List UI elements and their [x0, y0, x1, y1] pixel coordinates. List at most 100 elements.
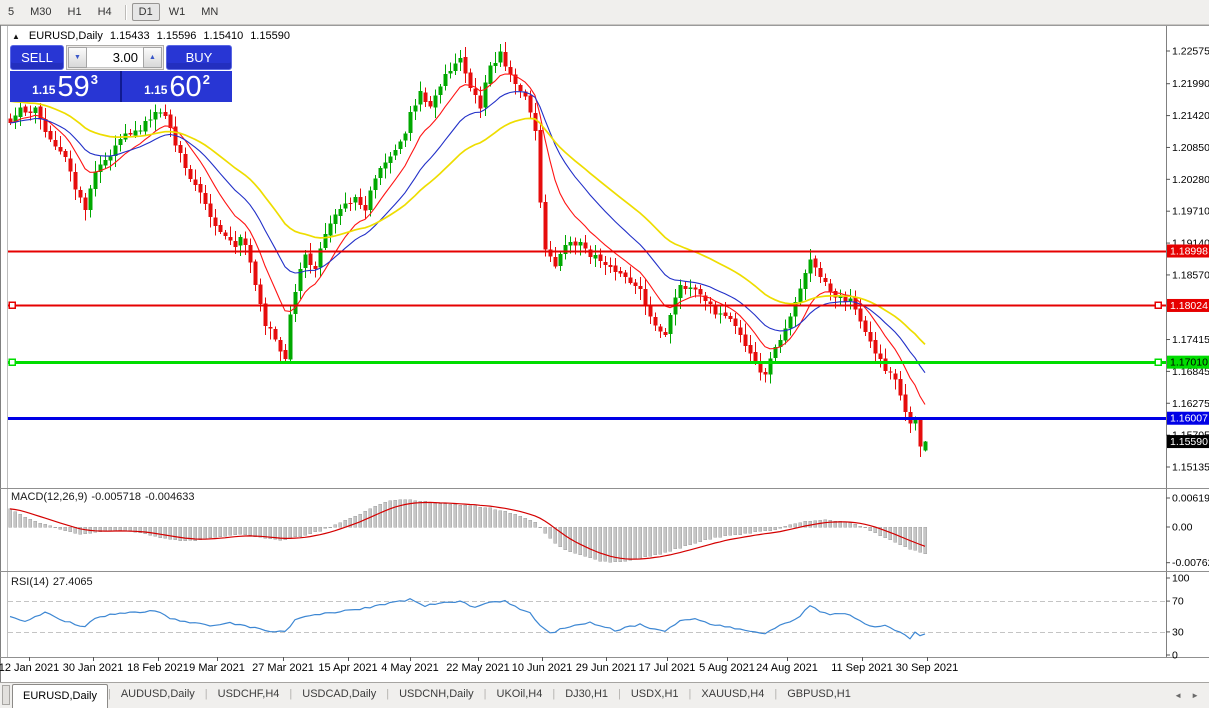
sell-price-big: 59 [57, 74, 89, 101]
svg-text:1.18570: 1.18570 [1172, 269, 1209, 281]
svg-text:15 Apr 2021: 15 Apr 2021 [318, 662, 377, 674]
timeframe-button-h1[interactable]: H1 [61, 3, 89, 21]
tab-scroll-strip[interactable] [2, 685, 10, 705]
tab-usdcad-daily[interactable]: USDCAD,Daily [292, 683, 386, 708]
tab-gbpusd-h1[interactable]: GBPUSD,H1 [777, 683, 861, 708]
svg-text:1.17415: 1.17415 [1172, 334, 1209, 346]
svg-text:1.18024: 1.18024 [1170, 300, 1208, 312]
rsi-label: RSI(14) 27.4065 [11, 576, 97, 588]
ohlc-bar: ▲ EURUSD,Daily 1.15433 1.15596 1.15410 1… [12, 30, 290, 42]
tab-xauusd-h4[interactable]: XAUUSD,H4 [691, 683, 774, 708]
svg-text:1.16275: 1.16275 [1172, 398, 1209, 410]
svg-text:70: 70 [1172, 596, 1184, 608]
tab-usdchf-h4[interactable]: USDCHF,H4 [208, 683, 290, 708]
svg-text:12 Jan 2021: 12 Jan 2021 [0, 662, 59, 674]
sell-price-small: 1.15 [32, 83, 55, 101]
macd-main-value: -0.005718 [91, 491, 141, 503]
time-axis[interactable]: 12 Jan 2021 30 Jan 202118 Feb 20219 Mar 2… [0, 657, 958, 674]
volume-increase-button[interactable]: ▲ [143, 47, 162, 68]
macd-name: MACD(12,26,9) [11, 491, 87, 503]
svg-text:0: 0 [1172, 650, 1178, 662]
svg-text:1.21990: 1.21990 [1172, 78, 1209, 90]
svg-text:1.18998: 1.18998 [1170, 246, 1208, 258]
svg-text:1.21420: 1.21420 [1172, 110, 1209, 122]
tab-ukoil-h4[interactable]: UKOil,H4 [487, 683, 553, 708]
svg-text:22 May 2021: 22 May 2021 [446, 662, 510, 674]
chevron-down-icon: ▼ [74, 54, 81, 61]
sell-button[interactable]: SELL [10, 45, 64, 70]
sell-price-sup: 3 [91, 72, 98, 87]
buy-price-sup: 2 [203, 72, 210, 87]
volume-input[interactable]: 3.00 [87, 47, 143, 68]
mid-ma-line [10, 92, 925, 373]
collapse-icon[interactable]: ▲ [12, 32, 20, 41]
tab-scroll-arrows: ◄► [1174, 683, 1199, 708]
chevron-up-icon: ▲ [149, 54, 156, 61]
svg-text:0.006193: 0.006193 [1172, 492, 1209, 504]
tab-scroll-right-icon[interactable]: ► [1191, 691, 1199, 700]
timeframe-toolbar: 5M30H1H4 D1W1MN [0, 0, 1209, 25]
macd-signal-line [10, 502, 925, 559]
svg-text:0.00: 0.00 [1172, 522, 1193, 534]
svg-text:-0.007621: -0.007621 [1172, 557, 1209, 569]
macd-histogram [9, 500, 927, 562]
svg-text:1.16007: 1.16007 [1170, 413, 1208, 425]
timeframe-button-w1[interactable]: W1 [162, 3, 193, 21]
svg-text:100: 100 [1172, 573, 1190, 585]
svg-text:18 Feb 2021: 18 Feb 2021 [127, 662, 189, 674]
pane-borders [0, 25, 1209, 682]
sell-quote[interactable]: 1.15 59 3 [10, 71, 120, 102]
macd-label: MACD(12,26,9) -0.005718 -0.004633 [11, 491, 199, 503]
macd-signal-value: -0.004633 [145, 491, 195, 503]
svg-text:9 Mar 2021: 9 Mar 2021 [189, 662, 245, 674]
buy-quote[interactable]: 1.15 60 2 [122, 71, 232, 102]
svg-text:30 Jan 2021: 30 Jan 2021 [63, 662, 124, 674]
close-value: 1.15590 [250, 30, 290, 42]
high-value: 1.15596 [157, 30, 197, 42]
buy-price-small: 1.15 [144, 83, 167, 101]
volume-spinner: ▼ 3.00 ▲ [66, 45, 164, 70]
svg-text:11 Sep 2021: 11 Sep 2021 [831, 662, 893, 674]
buy-button[interactable]: BUY [166, 45, 232, 70]
svg-text:1.15590: 1.15590 [1170, 436, 1208, 448]
toolbar-separator [125, 5, 126, 20]
buy-price-big: 60 [169, 74, 201, 101]
svg-text:17 Jul 2021: 17 Jul 2021 [639, 662, 696, 674]
tab-scroll-left-icon[interactable]: ◄ [1174, 691, 1182, 700]
horizontal-line-1.17010[interactable] [8, 359, 1166, 365]
timeframe-button-d1[interactable]: D1 [132, 3, 160, 21]
timeframe-button-5[interactable]: 5 [1, 3, 21, 21]
svg-text:24 Aug 2021: 24 Aug 2021 [756, 662, 818, 674]
svg-text:4 May 2021: 4 May 2021 [381, 662, 438, 674]
tab-audusd-daily[interactable]: AUDUSD,Daily [111, 683, 205, 708]
low-value: 1.15410 [203, 30, 243, 42]
price-axis[interactable]: 1.22575 1.21990 1.21420 1.20850 1.20280 1.197… [1166, 46, 1209, 662]
timeframe-button-h4[interactable]: H4 [91, 3, 119, 21]
svg-text:27 Mar 2021: 27 Mar 2021 [252, 662, 314, 674]
candles [9, 42, 928, 457]
chart-canvas[interactable]: 1.22575 1.21990 1.21420 1.20850 1.20280 1.197… [0, 0, 1209, 707]
svg-text:1.19710: 1.19710 [1172, 206, 1209, 218]
svg-text:1.17010: 1.17010 [1170, 357, 1208, 369]
chart-tab-bar: EURUSD,Daily|AUDUSD,Daily|USDCHF,H4|USDC… [0, 682, 1209, 708]
tab-usdcnh-daily[interactable]: USDCNH,Daily [389, 683, 484, 708]
tab-dj30-h1[interactable]: DJ30,H1 [555, 683, 618, 708]
horizontal-line-1.18024[interactable] [8, 302, 1166, 308]
svg-text:30: 30 [1172, 626, 1184, 638]
svg-text:29 Jun 2021: 29 Jun 2021 [576, 662, 637, 674]
tab-usdx-h1[interactable]: USDX,H1 [621, 683, 689, 708]
svg-text:30 Sep 2021: 30 Sep 2021 [896, 662, 958, 674]
one-click-trading-panel: SELL ▼ 3.00 ▲ BUY 1.15 59 3 1.15 60 2 [10, 45, 232, 102]
timeframe-button-m30[interactable]: M30 [23, 3, 58, 21]
svg-text:5 Aug 2021: 5 Aug 2021 [699, 662, 755, 674]
volume-decrease-button[interactable]: ▼ [68, 47, 87, 68]
open-value: 1.15433 [110, 30, 150, 42]
tab-eurusd-daily[interactable]: EURUSD,Daily [12, 684, 108, 708]
timeframe-button-mn[interactable]: MN [194, 3, 225, 21]
rsi-value: 27.4065 [53, 576, 93, 588]
svg-text:1.22575: 1.22575 [1172, 46, 1209, 58]
svg-text:1.20280: 1.20280 [1172, 174, 1209, 186]
rsi-level-lines [8, 602, 1166, 633]
svg-text:1.20850: 1.20850 [1172, 142, 1209, 154]
rsi-name: RSI(14) [11, 576, 49, 588]
